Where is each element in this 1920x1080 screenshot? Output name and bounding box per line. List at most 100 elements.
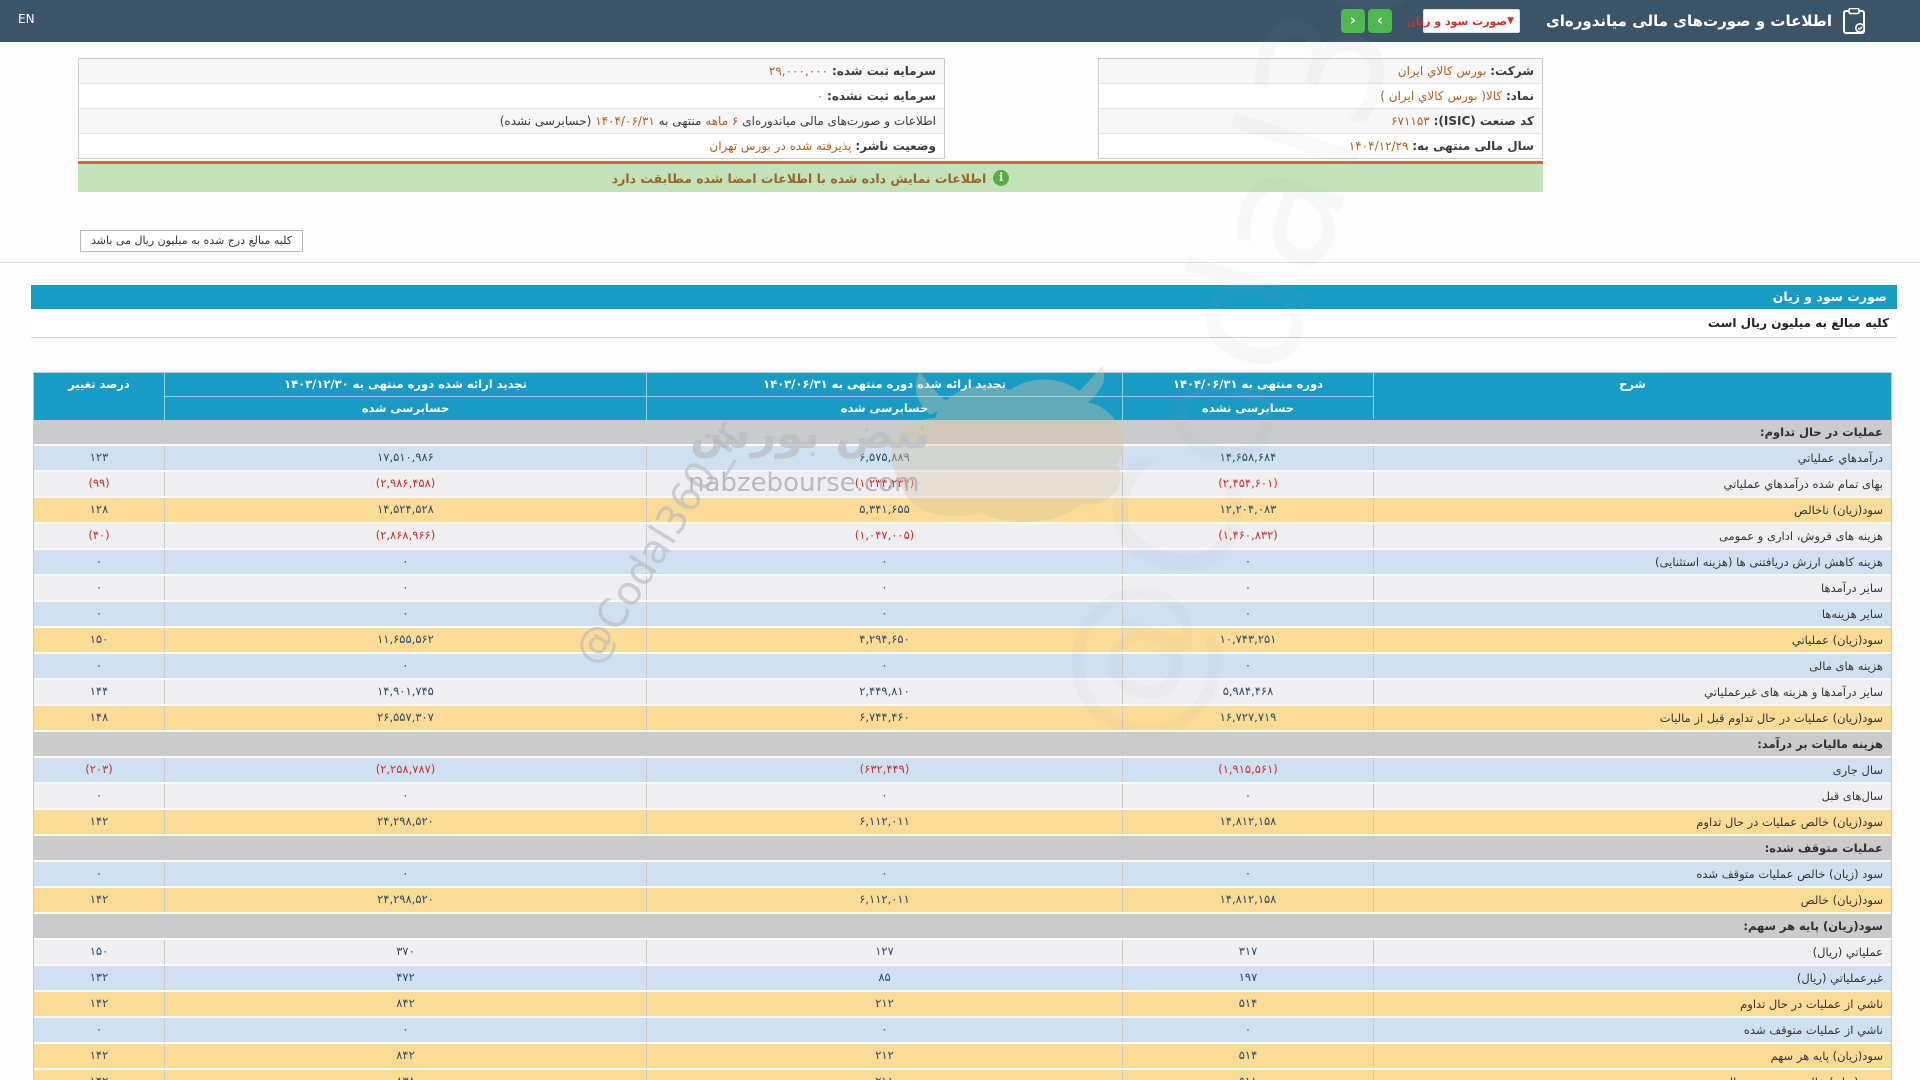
cell-value: ۶,۷۴۴,۴۶۰ xyxy=(646,706,1122,730)
period-title: تجدید ارائه شده دوره منتهی به ۱۴۰۳/۰۶/۳۱ xyxy=(647,373,1122,397)
statement-type-dropdown[interactable]: ▼ صورت سود و زیان xyxy=(1423,9,1520,33)
value-text: ۱۴۴ xyxy=(90,684,109,698)
cell-value: ۰ xyxy=(164,602,646,626)
cell-value xyxy=(646,732,1122,756)
table-row: سود (زیان) خالص عملیات متوقف شده۰۰۰۰ xyxy=(34,862,1891,888)
table-row: سود (زیان) خالص هر سهم– ریال۵۱۱۲۱۱۸۳۸۱۴۲ xyxy=(34,1070,1891,1080)
cell-value: ۵,۹۸۴,۴۶۸ xyxy=(1122,680,1373,704)
company-label: شرکت: xyxy=(1490,64,1534,78)
table-row: سایر درآمدها۰۰۰۰ xyxy=(34,576,1891,602)
cell-percent-change: ۱۴۲ xyxy=(34,1044,164,1068)
value-text: ۳۱۷ xyxy=(1239,944,1258,958)
unregistered-capital-label: سرمایه ثبت نشده: xyxy=(827,89,936,103)
row-label: ناشي از عملیات در حال تداوم xyxy=(1373,992,1891,1016)
page-title: اطلاعات و صورت‌های مالی میاندوره‌ای xyxy=(1546,0,1832,42)
value-text: ۱۶,۷۲۷,۷۱۹ xyxy=(1220,710,1277,724)
period-audit-status: حسابرسی نشده xyxy=(1123,397,1373,420)
cell-value: ۰ xyxy=(1122,654,1373,678)
row-label: سود (زیان) خالص عملیات متوقف شده xyxy=(1373,862,1891,886)
cell-value xyxy=(646,836,1122,860)
cell-value: ۰ xyxy=(646,576,1122,600)
row-label: هزینه مالیات بر درآمد: xyxy=(1373,732,1891,756)
table-row: هزینه کاهش ارزش دریافتنی ها (هزینه استثن… xyxy=(34,550,1891,576)
previous-statement-button[interactable]: ‹ xyxy=(1341,9,1365,33)
value-text: ۱۳۲ xyxy=(90,970,109,984)
cell-percent-change: ۱۲۳ xyxy=(34,446,164,470)
cell-value: (۱,۴۶۰,۸۳۲) xyxy=(1122,524,1373,548)
value-text: (۴۰) xyxy=(88,528,109,542)
row-label: بهای تمام شده درآمدهاي عملياتي xyxy=(1373,472,1891,496)
cell-value: ۶,۱۱۲,۰۱۱ xyxy=(646,810,1122,834)
cell-value xyxy=(1122,732,1373,756)
report-period-end-date: ۱۴۰۴/۰۶/۳۱ xyxy=(595,114,655,128)
value-text: ۱۵۰ xyxy=(90,944,109,958)
cell-value: (۱,۹۱۵,۵۶۱) xyxy=(1122,758,1373,782)
value-text: ۱۹۷ xyxy=(1239,970,1258,984)
cell-value: ۱۴,۸۱۲,۱۵۸ xyxy=(1122,810,1373,834)
next-statement-button[interactable]: › xyxy=(1368,9,1392,33)
value-text: ۶,۵۷۵,۸۸۹ xyxy=(859,450,910,464)
issuer-status-label: وضعیت ناشر: xyxy=(855,139,936,153)
column-header-restated-yearend: تجدید ارائه شده دوره منتهی به ۱۴۰۳/۱۲/۳۰… xyxy=(164,373,646,420)
value-text: ۰ xyxy=(1245,1022,1251,1036)
cell-value: ۱۴,۸۱۲,۱۵۸ xyxy=(1122,888,1373,912)
value-text: ۱۷,۵۱۰,۹۸۶ xyxy=(377,450,434,464)
value-text: ۰ xyxy=(402,606,408,620)
table-row: هزینه های فروش، اداری و عمومی(۱,۴۶۰,۸۳۲)… xyxy=(34,524,1891,550)
table-row: غیرعملياتي (ریال)۱۹۷۸۵۴۷۲۱۳۲ xyxy=(34,966,1891,992)
column-header-restated-halfyear: تجدید ارائه شده دوره منتهی به ۱۴۰۳/۰۶/۳۱… xyxy=(646,373,1122,420)
cell-percent-change: (۹۹) xyxy=(34,472,164,496)
cell-value: (۲,۴۵۴,۶۰۱) xyxy=(1122,472,1373,496)
table-row: سال جاری(۱,۹۱۵,۵۶۱)(۶۳۲,۴۴۹)(۲,۲۵۸,۷۸۷)(… xyxy=(34,758,1891,784)
cell-value: ۸۳۸ xyxy=(164,1070,646,1080)
row-label: ناشي از عملیات متوقف شده xyxy=(1373,1018,1891,1042)
cell-percent-change: (۲۰۳) xyxy=(34,758,164,782)
table-section-row: هزینه مالیات بر درآمد: xyxy=(34,732,1891,758)
registered-capital-row: سرمایه ثبت شده: ۲۹,۰۰۰,۰۰۰ xyxy=(79,59,944,84)
value-text: ۱۴۲ xyxy=(90,996,109,1010)
cell-value xyxy=(164,914,646,938)
table-row: سال‌های قبل۰۰۰۰ xyxy=(34,784,1891,810)
value-text: ۲۱۲ xyxy=(875,1048,894,1062)
language-toggle-en[interactable]: EN xyxy=(18,12,35,26)
value-text: ۰ xyxy=(402,866,408,880)
cell-value: ۰ xyxy=(1122,1018,1373,1042)
cell-value xyxy=(646,420,1122,444)
cell-value: ۱۷,۵۱۰,۹۸۶ xyxy=(164,446,646,470)
value-text: ۰ xyxy=(881,866,887,880)
row-label: عملياتي (ریال) xyxy=(1373,940,1891,964)
cell-value: ۲۶,۵۵۷,۳۰۷ xyxy=(164,706,646,730)
row-label: سود(زیان) خالص عملیات در حال تداوم xyxy=(1373,810,1891,834)
value-text: (۶۳۲,۴۴۹) xyxy=(860,762,910,776)
value-text: ۱۲۸ xyxy=(90,502,109,516)
top-header-bar: EN اطلاعات و صورت‌های مالی میاندوره‌ای ▼… xyxy=(0,0,1920,42)
value-text: ۰ xyxy=(881,580,887,594)
value-text: ۰ xyxy=(881,554,887,568)
cell-value: ۶,۵۷۵,۸۸۹ xyxy=(646,446,1122,470)
cell-percent-change: ۰ xyxy=(34,1018,164,1042)
value-text: ۱۴,۹۰۱,۷۴۵ xyxy=(377,684,434,698)
table-row: درآمدهاي عملياتي۱۴,۶۵۸,۶۸۴۶,۵۷۵,۸۸۹۱۷,۵۱… xyxy=(34,446,1891,472)
signature-match-text: اطلاعات نمایش داده شده با اطلاعات امضا ش… xyxy=(612,171,987,186)
cell-value xyxy=(1122,836,1373,860)
cell-percent-change xyxy=(34,420,164,444)
value-text: ۱۰,۷۴۳,۲۵۱ xyxy=(1220,632,1277,646)
value-text: ۲۶,۵۵۷,۳۰۷ xyxy=(377,710,434,724)
value-text: ۱۲,۲۰۴,۰۸۳ xyxy=(1220,502,1277,516)
row-label: سایر درآمدها xyxy=(1373,576,1891,600)
cell-value: ۰ xyxy=(1122,576,1373,600)
value-text: ۰ xyxy=(402,658,408,672)
value-text: ۰ xyxy=(96,658,102,672)
value-text: (۹۹) xyxy=(88,476,109,490)
cell-percent-change: ۱۳۲ xyxy=(34,966,164,990)
cell-value: ۰ xyxy=(646,1018,1122,1042)
cell-percent-change: ۱۵۰ xyxy=(34,628,164,652)
cell-value xyxy=(1122,420,1373,444)
company-info-box: شرکت: بورس کالاي ايران نماد: کالا( بورس … xyxy=(1098,58,1543,159)
value-text: ۰ xyxy=(402,580,408,594)
clipboard-report-icon xyxy=(1843,8,1865,34)
cell-value: ۰ xyxy=(1122,602,1373,626)
value-text: (۱,۲۳۴,۲۳۴) xyxy=(855,476,915,490)
signature-match-banner: i اطلاعات نمایش داده شده با اطلاعات امضا… xyxy=(78,164,1543,192)
cell-percent-change: ۱۴۲ xyxy=(34,1070,164,1080)
